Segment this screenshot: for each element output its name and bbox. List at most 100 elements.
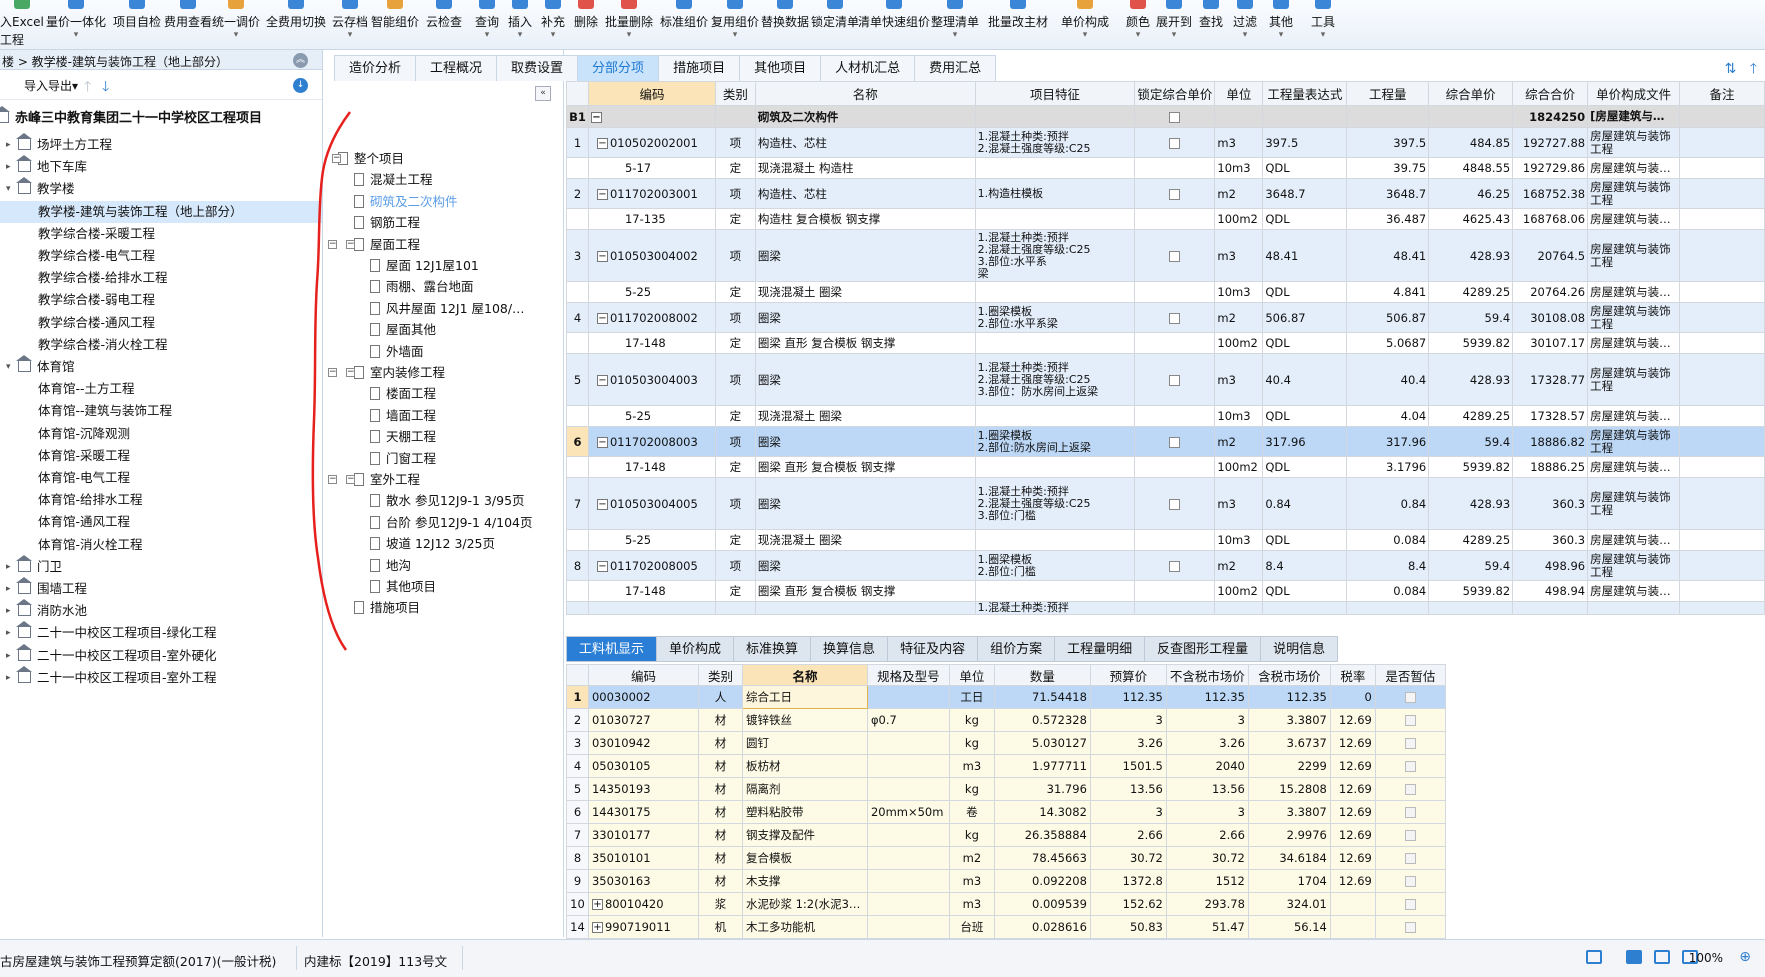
tree-item[interactable]: 教学综合楼-采暖工程 (0, 223, 155, 245)
import-export-button[interactable]: 导入导出▾ (24, 79, 78, 93)
tree-item[interactable]: ▸ 场坪土方工程 (0, 133, 112, 156)
tree-item[interactable]: 体育馆-通风工程 (0, 511, 130, 533)
resource-column-header[interactable]: 不含税市场价 (1165, 664, 1249, 686)
division-item[interactable]: 台阶 参见12J9-1 4/104页 (324, 512, 532, 534)
tab-7[interactable]: 费用汇总 (914, 55, 997, 81)
std-button[interactable]: 标准组价 (654, 0, 714, 48)
resource-est[interactable] (1374, 708, 1446, 732)
lock-checkbox[interactable] (1169, 312, 1181, 324)
lock-price[interactable] (1134, 208, 1216, 230)
lock-checkbox[interactable] (1169, 250, 1181, 262)
resource-row[interactable]: 6 14430175 材塑料粘胶带 20mm×50m 卷 14.3082 3 3 3.3807 1… (566, 800, 1446, 824)
tree-item[interactable]: 教学综合楼-弱电工程 (0, 289, 155, 311)
tree-item[interactable]: 教学综合楼-通风工程 (0, 312, 155, 334)
estimate-checkbox[interactable] (1404, 853, 1416, 864)
resource-column-header[interactable]: 类别 (697, 664, 743, 686)
division-item[interactable]: 坡道 12J12 3/25页 (324, 533, 495, 555)
division-item[interactable]: 门窗工程 (324, 448, 436, 470)
collapse-icon[interactable]: − (346, 475, 355, 484)
collapsed-arrow-icon[interactable]: ▸ (6, 156, 16, 178)
tab-3[interactable]: 分部分项 (577, 55, 660, 81)
lock-price[interactable] (1134, 456, 1216, 478)
tree-item[interactable]: 体育馆-消火栓工程 (0, 534, 143, 556)
division-item[interactable]: 砌筑及二次构件 (324, 191, 458, 213)
down-circle-icon[interactable]: ↓ (293, 78, 308, 93)
resource-est[interactable] (1374, 685, 1446, 709)
collapsed-arrow-icon[interactable]: ▸ (6, 645, 16, 667)
collapse-icon[interactable]: − (328, 368, 337, 377)
estimate-checkbox[interactable] (1404, 922, 1416, 933)
split-view-icon[interactable] (1626, 950, 1642, 964)
cloudcheck-button[interactable]: 云检查 (416, 0, 472, 48)
tree-item[interactable]: ▸ 消防水池 (0, 599, 87, 622)
quota-row[interactable]: 5-25 定现浇混凝土 圈梁 10m3 QDL 4.04 4289.25 17328.57 房… (566, 405, 1765, 427)
project-root[interactable]: 赤峰三中教育集团二十一中学校区工程项目 (0, 106, 262, 130)
division-item[interactable]: 雨棚、露台地面 (324, 276, 474, 298)
lock-price[interactable] (1134, 178, 1216, 209)
lock-price[interactable] (1134, 229, 1216, 282)
layout-icon[interactable]: ⇅ (1725, 61, 1737, 77)
division-item[interactable]: 屋面其他 (324, 319, 436, 341)
expanded-arrow-icon[interactable]: ▾ (6, 356, 16, 378)
expanded-arrow-icon[interactable]: ▾ (6, 178, 16, 200)
quota-row[interactable]: 5-25 定现浇混凝土 圈梁 10m3 QDL 4.841 4289.25 20764.26… (566, 281, 1765, 303)
resource-column-header[interactable]: 是否暂估 (1374, 664, 1446, 686)
item-code[interactable]: −010503004002 (587, 229, 716, 282)
resource-row[interactable]: 5 14350193 材隔离剂 kg 31.796 13.56 13.56 15.2808 12… (566, 777, 1446, 801)
column-header[interactable]: 综合单价 (1428, 81, 1514, 106)
tidy-button[interactable]: 整理清单 ▾ (926, 0, 984, 48)
collapsed-arrow-icon[interactable]: ▸ (6, 667, 16, 689)
resource-est[interactable] (1374, 892, 1446, 916)
column-header[interactable]: 名称 (754, 81, 976, 106)
resource-est[interactable] (1374, 754, 1446, 778)
lock-checkbox[interactable] (1169, 498, 1181, 510)
column-header[interactable]: 编码 (587, 81, 716, 106)
tab-0[interactable]: 造价分析 (334, 55, 417, 81)
quota-row[interactable]: 17-135 定构造柱 复合模板 钢支撑 100m2 QDL 36.487 4625.43… (566, 208, 1765, 230)
bottom-tab-0[interactable]: 工料机显示 (566, 636, 658, 662)
batchmat-button[interactable]: 批量改主材 (978, 0, 1058, 48)
lock-price[interactable] (1134, 105, 1216, 128)
estimate-checkbox[interactable] (1404, 899, 1416, 910)
collapse-icon[interactable]: − (596, 137, 608, 149)
resource-row[interactable]: 2 01030727 材镀锌铁丝 φ0.7 kg 0.572328 3 3 3.3807 12.6… (566, 708, 1446, 732)
resource-column-header[interactable]: 单位 (948, 664, 995, 686)
lock-price[interactable] (1134, 302, 1216, 333)
lock-price[interactable] (1134, 353, 1216, 406)
scroll-up-icon[interactable]: 🡑 (1750, 61, 1757, 77)
quota-row[interactable]: 17-148 定圈梁 直形 复合模板 钢支撑 100m2 QDL 5.0687 5939.… (566, 332, 1765, 354)
bill-item-row[interactable]: 1−010502002001 项构造柱、芯柱 1.混凝土种类:预拌 2.混凝土强度等… (566, 127, 1765, 158)
resource-column-header[interactable]: 编码 (587, 664, 699, 686)
bottom-tab-1[interactable]: 单价构成 (656, 636, 735, 662)
move-down-icon[interactable]: 🡓 (102, 76, 109, 100)
resource-column-header[interactable]: 名称 (741, 664, 868, 686)
collapse-panel-icon[interactable]: ︽ (293, 53, 308, 68)
lock-price[interactable] (1134, 529, 1216, 551)
column-header[interactable]: 备注 (1679, 81, 1765, 106)
collapsed-arrow-icon[interactable]: ▸ (6, 556, 16, 578)
lock-checkbox[interactable] (1169, 560, 1181, 572)
division-item[interactable]: 外墙面 (324, 341, 424, 363)
lock-price[interactable] (1134, 580, 1216, 602)
division-item[interactable]: 风井屋面 12J1 屋108/… (324, 298, 525, 320)
item-code[interactable]: −011702008003 (587, 426, 716, 457)
view-mode-icon[interactable] (1586, 950, 1602, 964)
item-code[interactable]: −011702008005 (587, 550, 716, 581)
bill-item-row[interactable]: 8−011702008005 项圈梁 1.圈梁模板 2.部位:门槛 m2 8.4 8.4 5… (566, 550, 1765, 581)
tree-item[interactable]: ▸ 门卫 (0, 554, 62, 578)
bill-item-row[interactable]: 3−010503004002 项圈梁 1.混凝土种类:预拌 2.混凝土强度等级:C2… (566, 229, 1765, 282)
division-item[interactable]: 措施项目 (324, 597, 420, 619)
resource-row[interactable]: 10 +80010420 浆水泥砂浆 1:2(水泥3… m3 0.009539 152.6… (566, 892, 1446, 916)
division-item[interactable]: − 室内装修工程 (324, 362, 445, 384)
zoom-in-icon[interactable]: ⊕ (1739, 949, 1751, 965)
bottom-tab-3[interactable]: 换算信息 (810, 636, 889, 662)
item-code[interactable]: −011702008002 (587, 302, 716, 333)
resource-column-header[interactable]: 含税市场价 (1247, 664, 1331, 686)
tree-item[interactable]: ▾ 教学楼 (0, 177, 75, 200)
collapsed-arrow-icon[interactable]: ▸ (6, 578, 16, 600)
measure-button[interactable]: 量价一体化 ▾ (38, 0, 114, 48)
unify-button[interactable]: 统一调价 ▾ (206, 0, 266, 48)
tree-item[interactable]: ▸ 二十一中校区工程项目-绿化工程 (0, 621, 217, 644)
bottom-tab-5[interactable]: 组价方案 (977, 636, 1056, 662)
tab-6[interactable]: 人材机汇总 (820, 55, 916, 81)
